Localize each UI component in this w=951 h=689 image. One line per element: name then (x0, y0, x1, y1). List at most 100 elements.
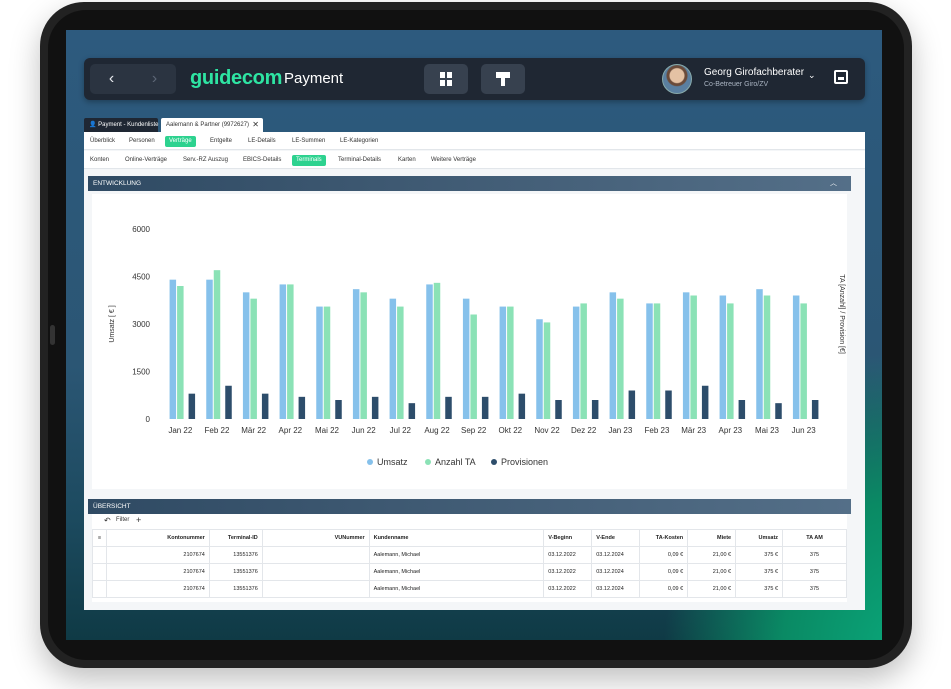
tab-kundenliste[interactable]: 👤 Payment - Kundenliste (84, 118, 159, 132)
table-cell: 0,09 € (639, 580, 689, 598)
table-header-row: ≡ Kontonummer Terminal-ID VUNummer Kundennam… (92, 529, 847, 547)
subnav-tab[interactable]: Terminal-Details (334, 155, 385, 166)
bar-provisionen (518, 393, 526, 419)
bar-anzahl-ta (727, 303, 734, 419)
column-header[interactable]: Kundenname (368, 529, 545, 547)
flag-button[interactable] (481, 64, 525, 94)
back-button[interactable]: ‹ (90, 64, 133, 94)
subnav-tab[interactable]: Karten (394, 155, 420, 166)
top-bar: ‹ › guidecom Payment Georg Girofachberat… (84, 58, 865, 100)
user-icon: 👤 (89, 122, 97, 128)
bar-anzahl-ta (287, 284, 294, 419)
bar-umsatz (169, 279, 177, 419)
nav-tab[interactable]: Verträge (165, 136, 196, 147)
table-cell: 21,00 € (687, 546, 737, 564)
close-icon[interactable]: ✕ (252, 118, 259, 132)
table-row[interactable]: 2107674 13551376 Aalemann, Michael 03.12.20… (92, 546, 847, 564)
tab-customer[interactable]: Aalemann & Partner (9972627) ✕ (161, 118, 263, 132)
bar-provisionen (225, 385, 232, 419)
section-header-development[interactable]: ENTWICKLUNG ︿ (88, 176, 851, 191)
table-cell: 2107674 (105, 563, 210, 581)
nav-tab[interactable]: Personen (125, 136, 159, 147)
column-header[interactable]: TA-Kosten (639, 529, 689, 547)
legend-marker (491, 459, 497, 465)
subnav-tab[interactable]: Online-Verträge (121, 155, 171, 166)
overview-table-area: ↶ Filter + ≡ Kontonummer Terminal-ID VUNumm… (92, 514, 847, 602)
tab-label: Payment - Kundenliste (98, 122, 159, 128)
table-cell (261, 563, 370, 581)
y-tick-label: 0 (146, 415, 151, 424)
avatar[interactable] (662, 64, 692, 94)
subnav-tab[interactable]: Terminals (292, 155, 326, 166)
column-header[interactable]: Miete (687, 529, 737, 547)
table-cell: 375 (782, 580, 847, 598)
bar-provisionen (738, 400, 746, 419)
subnav-tab[interactable]: Konten (86, 155, 113, 166)
section-header-overview[interactable]: ÜBERSICHT (88, 499, 851, 514)
legend-marker (367, 459, 373, 465)
bar-provisionen (811, 400, 819, 419)
x-tick-label: Feb 23 (645, 426, 670, 435)
column-header[interactable]: V-Ende (591, 529, 641, 547)
column-header[interactable]: TA AM (782, 529, 847, 547)
column-settings-icon[interactable]: ≡ (92, 529, 107, 547)
nav-tab[interactable]: Überblick (86, 136, 119, 147)
table-row[interactable]: 2107674 13551376 Aalemann, Michael 03.12.20… (92, 563, 847, 581)
bar-umsatz (279, 284, 287, 419)
bar-umsatz (242, 292, 250, 419)
nav-tab[interactable]: LE-Summen (288, 136, 329, 147)
column-header[interactable]: Kontonummer (105, 529, 210, 547)
bar-umsatz (756, 289, 763, 419)
inbox-icon[interactable] (834, 70, 848, 84)
bar-anzahl-ta (507, 306, 514, 419)
bar-umsatz (462, 298, 470, 419)
column-header[interactable]: V-Beginn (543, 529, 593, 547)
bar-provisionen (555, 400, 562, 419)
subnav-tab[interactable]: EBICS-Details (239, 155, 285, 166)
x-tick-label: Jun 23 (792, 426, 817, 435)
table-cell: 2107674 (105, 546, 210, 564)
undo-icon[interactable]: ↶ (104, 516, 111, 525)
table-cell: 2107674 (105, 580, 210, 598)
table-cell (261, 580, 370, 598)
bar-anzahl-ta (433, 282, 441, 419)
bar-umsatz (609, 292, 617, 419)
table-cell: 03.12.2024 (591, 580, 641, 598)
nav-tab[interactable]: LE-Kategorien (336, 136, 382, 147)
subnav-tab[interactable]: Serv.-RZ Auszug (179, 155, 232, 166)
add-icon[interactable]: + (136, 515, 141, 525)
app-screen: ‹ › guidecom Payment Georg Girofachberat… (66, 30, 882, 640)
chevron-up-icon[interactable]: ︿ (830, 176, 837, 191)
bar-anzahl-ta (470, 314, 477, 419)
bar-anzahl-ta (360, 292, 367, 419)
table-row[interactable]: 2107674 13551376 Aalemann, Michael 03.12.20… (92, 580, 847, 598)
user-menu-chevron-icon[interactable]: ⌄ (808, 70, 816, 81)
user-name: Georg Girofachberater (704, 67, 805, 78)
nav-tab[interactable]: LE-Details (244, 136, 280, 147)
bar-umsatz (426, 284, 433, 419)
bar-anzahl-ta (177, 286, 184, 419)
bar-anzahl-ta (763, 295, 771, 419)
column-header[interactable]: Terminal-ID (208, 529, 263, 547)
subnav-tab[interactable]: Weitere Verträge (427, 155, 480, 166)
column-header[interactable]: Umsatz (735, 529, 784, 547)
x-tick-label: Okt 22 (499, 426, 523, 435)
filter-label[interactable]: Filter (116, 517, 129, 523)
nav-tab[interactable]: Entgelte (206, 136, 236, 147)
table-cell: 13551376 (208, 546, 263, 564)
column-header[interactable]: VUNummer (261, 529, 370, 547)
chart-area: 0 1500 3000 4500 6000 Umsatz [ € ] TA [Anzahl]… (92, 194, 847, 489)
table-cell: 375 € (735, 580, 784, 598)
table-cell: 03.12.2024 (591, 563, 641, 581)
x-tick-label: Mai 22 (315, 426, 340, 435)
overview-table: ≡ Kontonummer Terminal-ID VUNummer Kundennam… (92, 529, 847, 598)
forward-button[interactable]: › (133, 64, 176, 94)
table-cell: 03.12.2022 (543, 580, 593, 598)
bar-umsatz (536, 319, 543, 419)
bar-provisionen (335, 400, 342, 419)
user-role: Co-Betreuer Giro/ZV (704, 81, 769, 88)
row-spacer (92, 580, 107, 598)
x-tick-label: Jul 22 (390, 426, 412, 435)
tab-label: Aalemann & Partner (9972627) (166, 122, 250, 128)
dashboard-button[interactable] (424, 64, 468, 94)
